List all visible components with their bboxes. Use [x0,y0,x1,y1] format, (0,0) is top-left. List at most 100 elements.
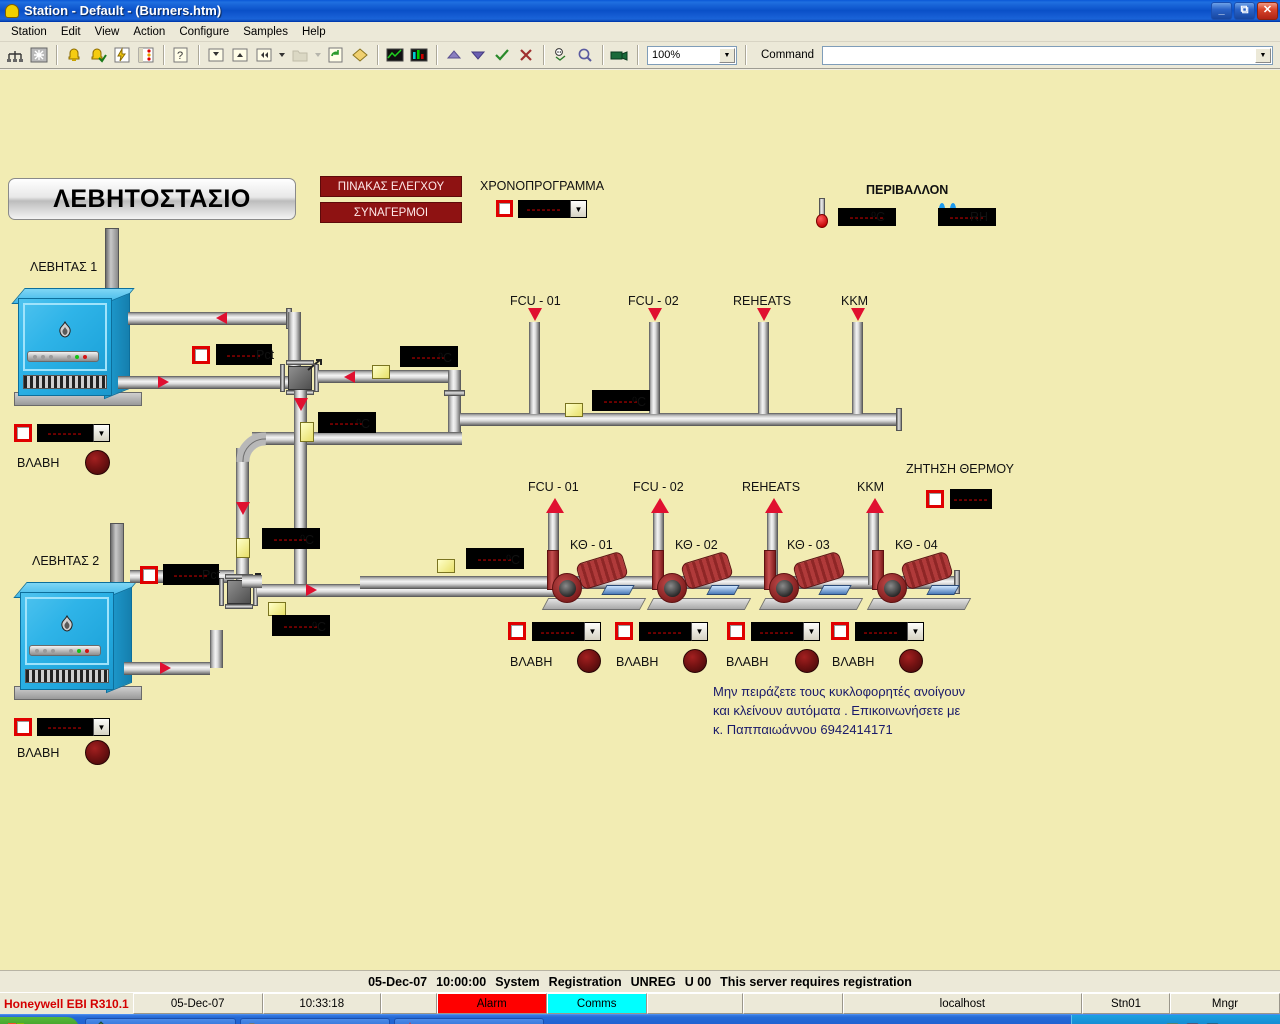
control-panel-button[interactable]: ΠΙΝΑΚΑΣ ΕΛΕΓΧΟΥ [320,176,462,197]
command-chevron-down-icon[interactable]: ▼ [1255,47,1271,63]
camera-icon[interactable] [609,44,631,66]
bargraph-icon[interactable] [408,44,430,66]
down-arrow-icon[interactable] [467,44,489,66]
comms-indicator[interactable]: Comms [546,993,647,1014]
event-lightning-icon[interactable] [111,44,133,66]
pump-3-eye [776,580,793,597]
temp-sensor-6 [565,403,583,417]
alarm-ack-icon[interactable] [87,44,109,66]
close-button[interactable]: ✕ [1257,1,1278,20]
temperature-unit-2: ⁰C [356,417,371,431]
boiler-2-chevron-down-icon[interactable]: ▼ [93,718,110,736]
taskbar-item-abstract[interactable]: abstract [240,1018,391,1024]
temp-sensor-1 [372,365,390,379]
temperature-unit-6: ⁰C [632,395,647,409]
up-arrow-icon[interactable] [443,44,465,66]
boiler-2-pct-checkbox[interactable] [140,566,158,584]
schedule-readout[interactable]: ------- [518,200,570,218]
pump-4-eye [884,580,901,597]
page-up-icon[interactable] [229,44,251,66]
trend-icon[interactable] [384,44,406,66]
message-text: This server requires registration [720,974,912,989]
branch-arrow-icon [651,498,669,513]
menu-configure[interactable]: Configure [172,24,236,40]
menu-edit[interactable]: Edit [54,24,88,40]
distribution-header-top [460,413,900,426]
pump-3-mode-readout[interactable]: ------- [751,622,803,641]
boiler-1-chevron-down-icon[interactable]: ▼ [93,424,110,442]
pump-4-checkbox[interactable] [831,622,849,640]
boiler-2-grate [25,669,109,683]
boiler-2-fault-label: ΒΛΑΒΗ [17,746,60,760]
pump-4-chevron-down-icon[interactable]: ▼ [907,622,924,641]
menu-help[interactable]: Help [295,24,333,40]
page-back-icon[interactable] [253,44,275,66]
alarm-bell-icon[interactable] [63,44,85,66]
alarm-indicator[interactable]: Alarm [436,993,547,1014]
pipe-flange [286,360,314,365]
check-icon[interactable] [491,44,513,66]
pump-1-chevron-down-icon[interactable]: ▼ [584,622,601,641]
menu-action[interactable]: Action [126,24,172,40]
restore-button[interactable]: ⧉ [1234,1,1255,20]
help-page-icon[interactable]: ? [170,44,192,66]
zoom-level-select[interactable]: 100% ▼ [647,45,737,65]
refresh-page-icon[interactable] [325,44,347,66]
chevron-down-icon[interactable]: ▼ [719,47,735,63]
pump-3-chevron-down-icon[interactable]: ▼ [803,622,820,641]
command-input[interactable]: ▼ [822,45,1273,65]
menu-view[interactable]: View [88,24,127,40]
point-detail-icon[interactable] [550,44,572,66]
boiler-1-pct-unit: Pct [256,348,275,362]
start-button[interactable]: start [0,1016,79,1024]
snowflake-icon[interactable] [28,44,50,66]
menu-station[interactable]: Station [4,24,54,40]
menu-samples[interactable]: Samples [236,24,295,40]
pump-3-checkbox[interactable] [727,622,745,640]
pipe-left-riser [236,448,249,584]
boiler-2-checkbox[interactable] [14,718,32,736]
status-time: 10:33:18 [262,993,381,1014]
boiler-2-mode-readout[interactable]: ------- [37,718,93,736]
minimize-button[interactable]: _ [1211,1,1232,20]
pipe-b2-return-riser [210,630,223,668]
temp-sensor-5 [437,559,455,573]
pump-2-label: ΚΘ - 02 [675,538,718,552]
pipe-elbow [236,432,267,463]
flow-arrow-icon [160,662,171,674]
branch-arrow-icon [528,308,542,321]
page-back-dropdown-icon[interactable] [277,44,287,66]
schedule-checkbox[interactable] [496,200,513,217]
pump-1-checkbox[interactable] [508,622,526,640]
status-spacer-3 [742,993,843,1014]
folder-icon [289,44,311,66]
heat-demand-checkbox[interactable] [926,490,944,508]
page-down-icon[interactable] [205,44,227,66]
boiler-1-mode-readout[interactable]: ------- [37,424,93,442]
zoom-search-icon[interactable] [574,44,596,66]
schedule-chevron-down-icon[interactable]: ▼ [570,200,587,218]
alarms-button[interactable]: ΣΥΝΑΓΕΡΜΟΙ [320,202,462,223]
pump-2-mode-readout[interactable]: ------- [639,622,691,641]
taskbar-item-station[interactable]: Station - Default - (B... [84,1018,237,1024]
network-tree-icon[interactable] [4,44,26,66]
operator-note: Μην πειράζετε τους κυκλοφορητές ανοίγουν… [713,684,966,737]
status-user: Mngr [1170,993,1280,1014]
boiler-1-checkbox[interactable] [14,424,32,442]
boiler-1-pct-checkbox[interactable] [192,346,210,364]
pump-1-mode-readout[interactable]: ------- [532,622,584,641]
boiler-2-body[interactable] [20,592,114,690]
pump-4-mode-readout[interactable]: ------- [855,622,907,641]
taskbar-item-paint[interactable]: FcuPage.bmp - Paint [394,1018,545,1024]
window-title: Station - Default - (Burners.htm) [24,3,222,18]
alarm-list-icon[interactable] [135,44,157,66]
cancel-icon[interactable] [515,44,537,66]
branch-bottom-label-2: REHEATS [742,480,801,494]
boiler-1-body[interactable] [18,298,112,396]
pump-2-fault-lamp [683,649,707,673]
pump-4-fault-label: ΒΛΑΒΗ [832,655,875,669]
diamond-page-icon[interactable] [349,44,371,66]
toolbar: ? 100% ▼ Command ▼ [0,42,1280,70]
pump-2-chevron-down-icon[interactable]: ▼ [691,622,708,641]
pump-2-checkbox[interactable] [615,622,633,640]
